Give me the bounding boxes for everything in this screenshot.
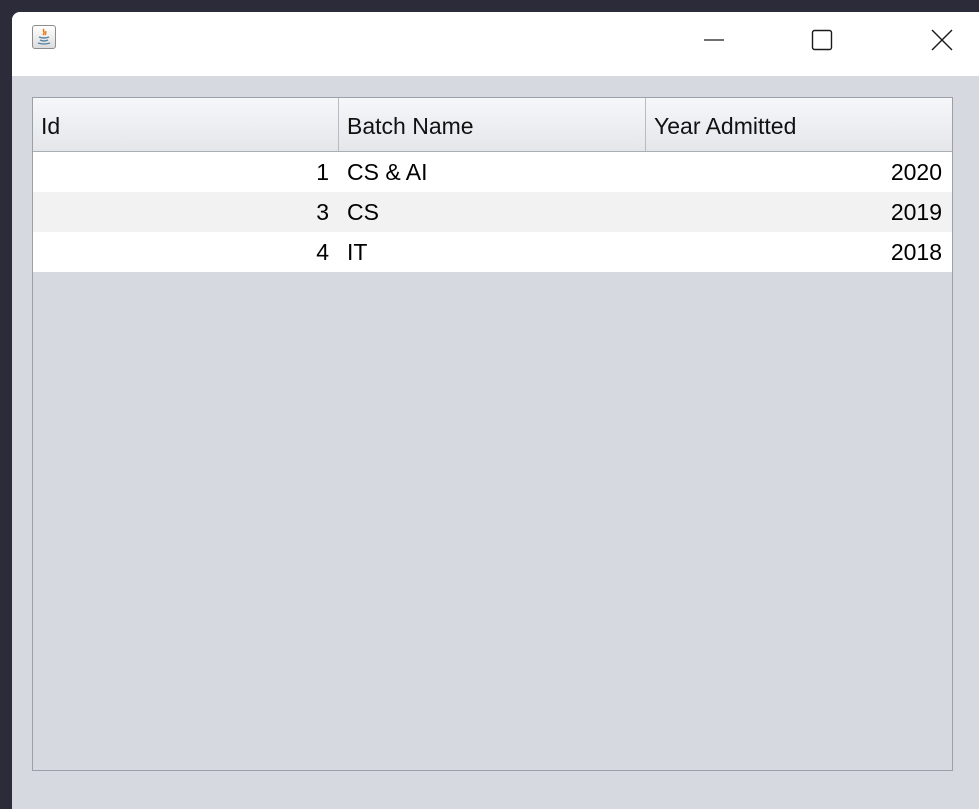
column-header-id[interactable]: Id <box>33 98 339 151</box>
cell-batch-name[interactable]: IT <box>339 232 646 272</box>
table-body: 1 CS & AI 2020 3 CS 2019 4 IT 2018 <box>33 152 952 272</box>
column-header-year-admitted[interactable]: Year Admitted <box>646 98 952 151</box>
maximize-button[interactable] <box>787 12 857 68</box>
cell-id[interactable]: 1 <box>33 152 339 192</box>
app-window: Id Batch Name Year Admitted 1 CS & AI 20… <box>12 12 979 809</box>
table-header: Id Batch Name Year Admitted <box>33 98 952 152</box>
table-row[interactable]: 1 CS & AI 2020 <box>33 152 952 192</box>
table-row[interactable]: 3 CS 2019 <box>33 192 952 232</box>
minimize-icon <box>704 39 724 41</box>
batch-table[interactable]: Id Batch Name Year Admitted 1 CS & AI 20… <box>32 97 953 771</box>
cell-batch-name[interactable]: CS & AI <box>339 152 646 192</box>
cell-id[interactable]: 4 <box>33 232 339 272</box>
table-row[interactable]: 4 IT 2018 <box>33 232 952 272</box>
close-icon <box>931 29 953 51</box>
cell-year-admitted[interactable]: 2019 <box>646 192 952 232</box>
cell-batch-name[interactable]: CS <box>339 192 646 232</box>
java-icon[interactable] <box>32 25 56 49</box>
close-button[interactable] <box>905 12 979 68</box>
title-bar[interactable] <box>12 12 979 76</box>
column-header-batch-name[interactable]: Batch Name <box>339 98 646 151</box>
cell-year-admitted[interactable]: 2020 <box>646 152 952 192</box>
minimize-button[interactable] <box>679 12 749 68</box>
cell-id[interactable]: 3 <box>33 192 339 232</box>
maximize-icon <box>811 29 833 51</box>
cell-year-admitted[interactable]: 2018 <box>646 232 952 272</box>
